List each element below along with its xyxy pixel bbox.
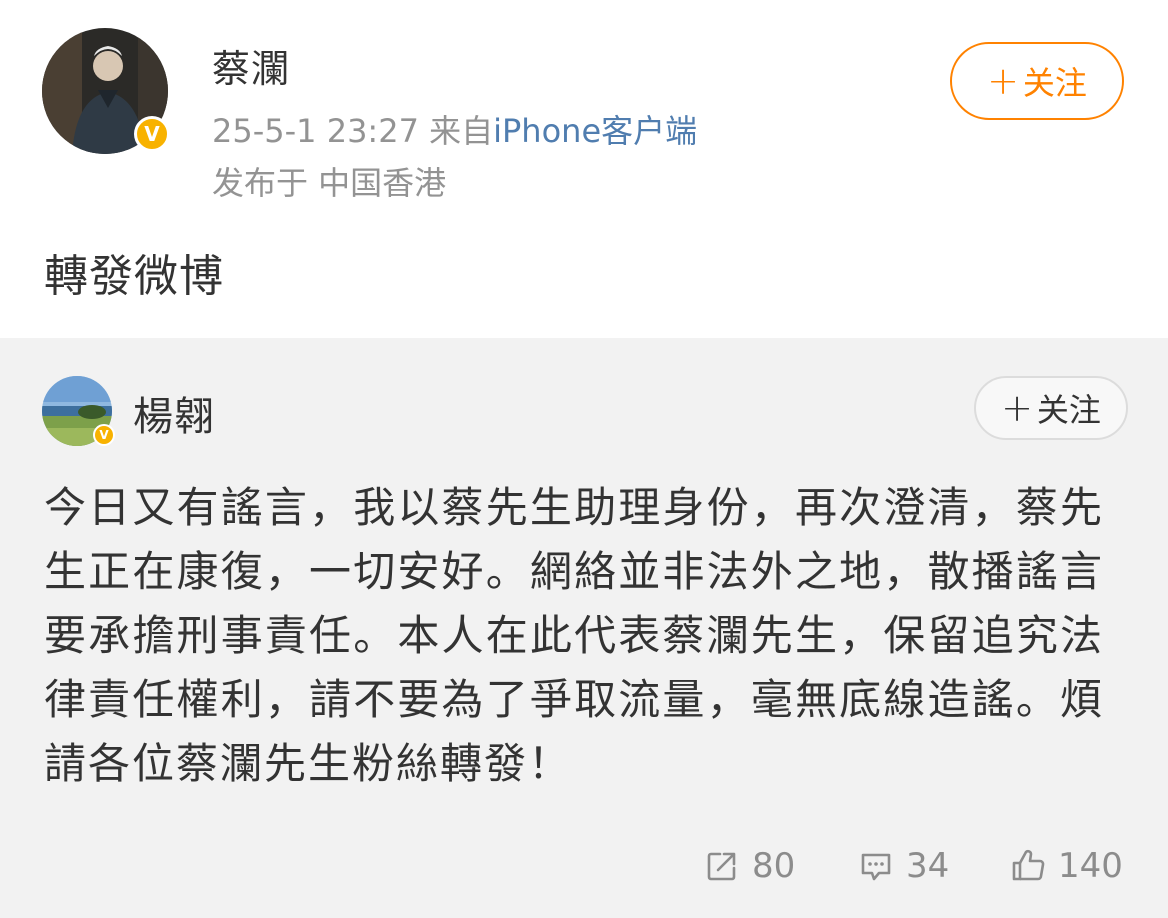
repost-action-bar: 80 34 140	[0, 846, 1168, 896]
like-count: 140	[1058, 846, 1123, 886]
post-meta: 25-5-1 23:27 来自iPhone客户端	[212, 106, 697, 152]
repost-text: 今日又有謠言，我以蔡先生助理身份，再次澄清，蔡先生正在康復，一切安好。網絡並非法…	[44, 483, 1104, 788]
comment-bubble-icon	[861, 853, 891, 881]
weibo-post: V 蔡瀾 25-5-1 23:27 来自iPhone客户端 发布于 中国香港 +…	[0, 0, 1168, 338]
repost-author-avatar[interactable]: V	[42, 376, 115, 446]
post-location: 发布于 中国香港	[212, 164, 447, 202]
follow-button-label: 关注	[1022, 64, 1087, 102]
comment-button[interactable]: 34	[858, 846, 949, 886]
plus-icon: +	[1001, 386, 1033, 430]
repost-button[interactable]: 80	[704, 846, 795, 886]
verified-badge: V	[134, 116, 170, 152]
repost-author-name[interactable]: 楊翱	[133, 384, 215, 442]
author-name[interactable]: 蔡瀾	[212, 38, 290, 93]
repost-verified-badge: V	[93, 424, 115, 446]
like-button[interactable]: 140	[1010, 846, 1123, 886]
post-from-label: 来自	[429, 112, 494, 150]
repost-follow-label: 关注	[1036, 391, 1101, 429]
post-source-link[interactable]: iPhone客户端	[493, 112, 697, 150]
plus-icon: +	[987, 59, 1019, 103]
reposted-card[interactable]: V 楊翱 + 关注 今日又有謠言，我以蔡先生助理身份，再次澄清，蔡先生正在康復，…	[0, 338, 1168, 918]
thumbs-up-icon	[1012, 849, 1045, 881]
share-arrow-icon	[707, 852, 736, 881]
repost-follow-button[interactable]: + 关注	[974, 376, 1128, 440]
post-text: 轉發微博	[44, 251, 224, 302]
author-avatar[interactable]: V	[42, 28, 170, 154]
post-timestamp: 25-5-1 23:27	[212, 112, 419, 150]
follow-button[interactable]: + 关注	[950, 42, 1124, 120]
repost-count: 80	[752, 846, 796, 886]
comment-count: 34	[906, 846, 950, 886]
